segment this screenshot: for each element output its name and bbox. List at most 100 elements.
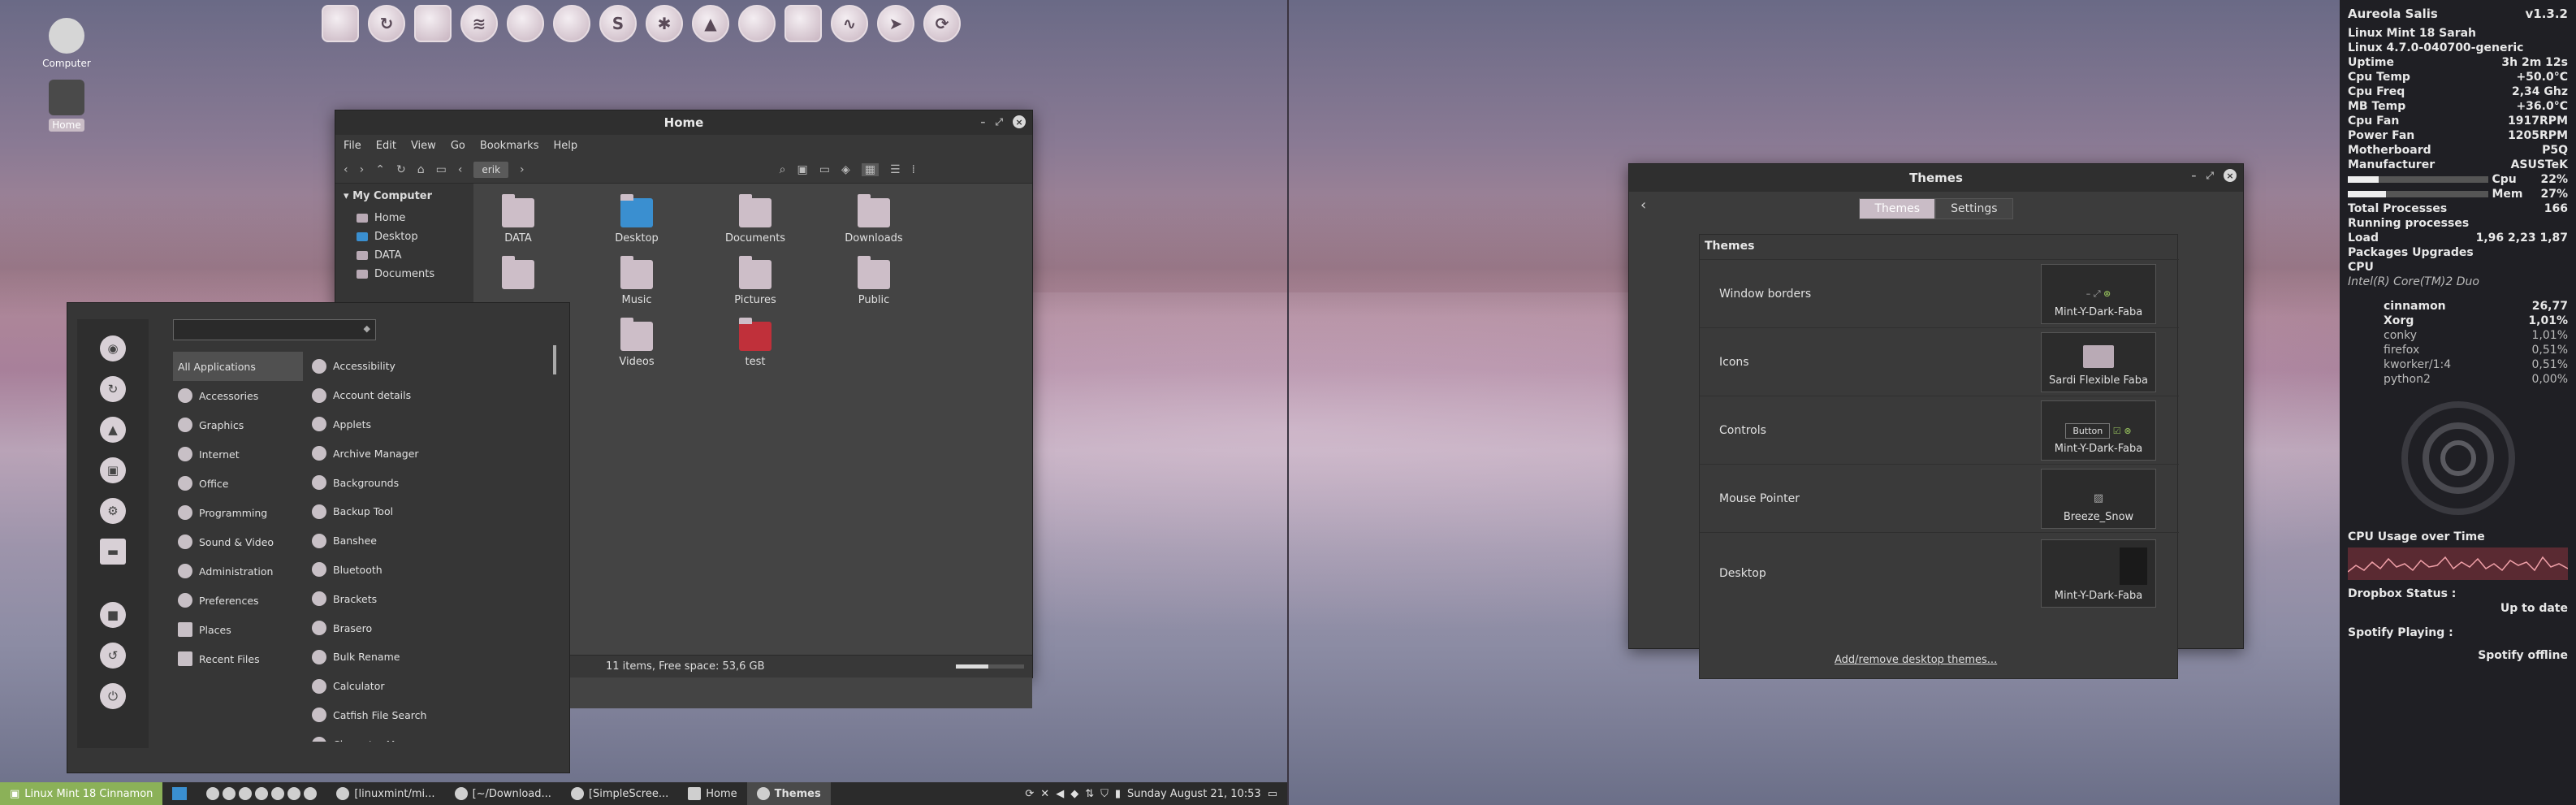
search-input[interactable]: ◆ [173,319,376,340]
sidebar-header[interactable]: ▾ My Computer [335,184,473,209]
pulse-icon[interactable]: ∿ [831,5,868,42]
theme-row-desktop[interactable]: Desktop Mint-Y-Dark-Faba [1700,532,2179,613]
refresh-icon[interactable]: ↻ [368,5,405,42]
theme-preview[interactable]: Sardi Flexible Faba [2041,331,2156,392]
minimize-icon[interactable]: – [980,116,985,128]
window-titlebar[interactable]: Home – ⤢ × [335,110,1032,135]
theme-preview[interactable]: Button ☑ ⊗ Mint-Y-Dark-Faba [2041,400,2156,461]
file-item[interactable]: test [711,318,800,368]
category-item[interactable]: All Applications [173,352,303,381]
task-button[interactable]: [SimpleScree... [561,782,678,805]
sync-icon[interactable]: ⟳ [923,5,961,42]
add-remove-themes-link[interactable]: Add/remove desktop themes... [1835,654,1997,666]
menu-button[interactable]: ▣ Linux Mint 18 Cinnamon [0,782,163,805]
volume-icon[interactable]: ◀ [1056,788,1064,800]
launcher-icon[interactable] [223,787,236,800]
file-item[interactable]: Pictures [711,256,800,306]
shield-icon[interactable]: ⛉ [1100,788,1109,800]
task-button[interactable]: Home [678,782,746,805]
menu-help[interactable]: Help [553,140,577,152]
menu-view[interactable]: View [411,140,436,152]
folder-icon[interactable]: ▬ [100,539,126,565]
launcher-icon[interactable] [239,787,253,800]
category-item[interactable]: Internet [173,439,303,469]
category-item[interactable]: Sound & Video [173,527,303,556]
app-item[interactable]: Backgrounds [307,468,551,497]
maximize-icon[interactable]: ⤢ [995,116,1003,128]
launcher-icon[interactable] [271,787,285,800]
files-icon[interactable] [322,5,359,42]
menu-bookmarks[interactable]: Bookmarks [480,140,539,152]
back-icon[interactable]: ‹ [344,163,348,176]
close-icon[interactable]: × [2224,169,2237,182]
compact-view-icon[interactable]: ⁞ [912,163,915,176]
icon-view-icon[interactable]: ▦ [861,162,879,176]
minimize-icon[interactable]: – [2191,170,2196,181]
launcher-icon[interactable] [206,787,220,800]
up-icon[interactable]: ⌃ [375,163,385,176]
settings-icon[interactable]: ✱ [646,5,683,42]
battery-icon[interactable]: ▮ [1115,788,1121,800]
forward-icon[interactable]: › [360,163,365,176]
skype-icon[interactable]: S [599,5,637,42]
dropbox-icon[interactable]: ◆ [1070,788,1078,800]
vlc-icon[interactable]: ▲ [100,417,126,443]
power-icon[interactable]: ⏻ [100,683,126,709]
task-button[interactable]: [linuxmint/mi... [326,782,444,805]
launcher-icon[interactable] [287,787,301,800]
spotify-icon[interactable]: ≋ [460,5,498,42]
window-titlebar[interactable]: Themes – ⤢ × [1629,164,2243,192]
scrollbar[interactable] [553,345,556,374]
crop-icon[interactable] [784,5,822,42]
firefox-icon[interactable]: ◉ [100,335,126,361]
lock-icon[interactable]: ■ [100,602,126,628]
category-item[interactable]: Preferences [173,586,303,615]
terminal-icon[interactable]: ▣ [797,163,807,176]
theme-row-controls[interactable]: Controls Button ☑ ⊗ Mint-Y-Dark-Faba [1700,396,2179,464]
list-view-icon[interactable]: ☰ [890,163,901,176]
search-icon[interactable]: ⌕ [780,163,786,176]
close-icon[interactable]: × [1013,115,1026,128]
category-item[interactable]: Accessories [173,381,303,410]
gear-icon[interactable]: ⚙ [100,498,126,524]
sidebar-item-home[interactable]: Home [335,209,473,227]
task-button-active[interactable]: Themes [746,782,831,805]
zoom-slider[interactable] [956,664,1024,669]
app-item[interactable]: Banshee [307,526,551,556]
theme-preview[interactable]: Mint-Y-Dark-Faba [2041,539,2156,608]
file-item[interactable]: Public [829,256,918,306]
app-item[interactable]: Backup Tool [307,497,551,526]
app-item[interactable]: Bluetooth [307,556,551,585]
theme-row-window-borders[interactable]: Window borders – ⤢ ⊗ Mint-Y-Dark-Faba [1700,259,2179,327]
category-item[interactable]: Programming [173,498,303,527]
globe-icon[interactable] [553,5,590,42]
app-item[interactable]: Brasero [307,613,551,643]
send-icon[interactable]: ➤ [877,5,914,42]
file-item[interactable]: Downloads [829,194,918,245]
file-item[interactable]: Videos [592,318,681,368]
tab-settings[interactable]: Settings [1935,198,2013,219]
vlc-icon[interactable]: ▲ [692,5,729,42]
theme-row-icons[interactable]: Icons Sardi Flexible Faba [1700,327,2179,396]
app-item[interactable]: Accessibility [307,352,551,381]
category-item[interactable]: Office [173,469,303,498]
computer-icon[interactable]: ▭ [436,163,447,176]
tab-themes[interactable]: Themes [1859,198,1936,219]
back-icon[interactable]: ‹ [1640,197,1646,214]
file-item[interactable]: DATA [473,194,563,245]
workspace-icon[interactable]: ▭ [1268,788,1277,800]
refresh-app-icon[interactable]: ↻ [100,376,126,402]
cat-icon[interactable] [507,5,544,42]
new-folder-icon[interactable]: ▭ [819,163,830,176]
file-item[interactable]: Desktop [592,194,681,245]
path-button[interactable]: erik [473,161,509,178]
logout-icon[interactable]: ↺ [100,643,126,669]
maximize-icon[interactable]: ⤢ [2206,170,2214,182]
path-right-icon[interactable]: › [520,163,525,176]
location-icon[interactable]: ◈ [841,163,850,176]
menu-go[interactable]: Go [451,140,465,152]
path-left-icon[interactable]: ‹ [458,163,463,176]
menu-edit[interactable]: Edit [376,140,396,152]
dropbox-icon[interactable] [738,5,776,42]
search-clear-icon[interactable]: ◆ [364,323,370,334]
